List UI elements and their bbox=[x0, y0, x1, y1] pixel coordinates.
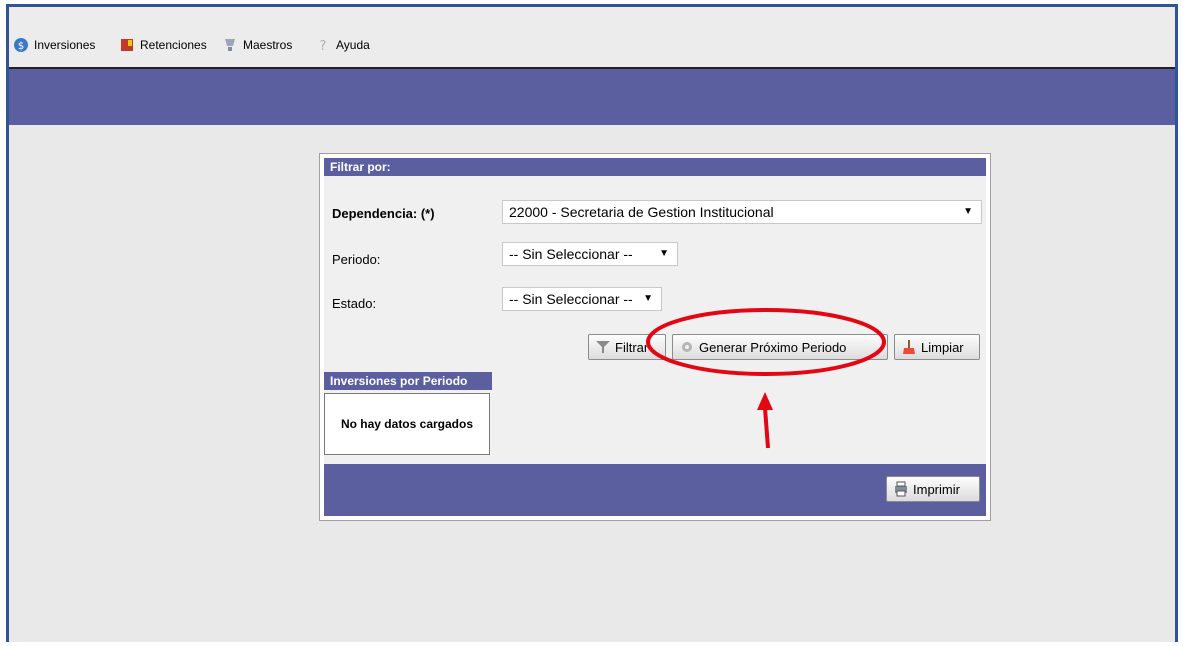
gear-icon bbox=[679, 339, 695, 355]
filter-icon bbox=[595, 339, 611, 355]
menu-retenciones[interactable]: Retenciones bbox=[119, 34, 207, 56]
book-icon bbox=[119, 37, 135, 53]
svg-text:?: ? bbox=[320, 39, 327, 53]
generar-label: Generar Próximo Periodo bbox=[699, 339, 847, 355]
limpiar-label: Limpiar bbox=[921, 339, 964, 355]
svg-text:$: $ bbox=[18, 41, 24, 52]
menu-label: Ayuda bbox=[336, 38, 370, 52]
chevron-down-icon: ▼ bbox=[643, 293, 653, 304]
trophy-icon bbox=[222, 37, 238, 53]
filter-panel: Filtrar por: Dependencia: (*) 22000 - Se… bbox=[319, 153, 991, 521]
dependencia-label: Dependencia: (*) bbox=[332, 206, 435, 221]
menu-label: Retenciones bbox=[140, 38, 207, 52]
estado-label: Estado: bbox=[332, 296, 377, 311]
estado-value: -- Sin Seleccionar -- bbox=[509, 291, 633, 307]
dependencia-value: 22000 - Secretaria de Gestion Institucio… bbox=[509, 204, 774, 220]
menu-maestros[interactable]: Maestros bbox=[222, 34, 292, 56]
broom-icon bbox=[901, 339, 917, 355]
results-title: Inversiones por Periodo bbox=[324, 372, 492, 390]
app-window: $ Inversiones Retenciones Maestros ? Ayu… bbox=[6, 4, 1178, 642]
header-band bbox=[9, 69, 1175, 125]
periodo-select[interactable]: -- Sin Seleccionar -- ▼ bbox=[502, 242, 678, 266]
generar-periodo-button[interactable]: Generar Próximo Periodo bbox=[672, 334, 888, 360]
dependencia-select[interactable]: 22000 - Secretaria de Gestion Institucio… bbox=[502, 200, 982, 224]
limpiar-button[interactable]: Limpiar bbox=[894, 334, 980, 360]
menu-label: Maestros bbox=[243, 38, 293, 52]
menu-label: Inversiones bbox=[34, 38, 96, 52]
filter-title: Filtrar por: bbox=[324, 158, 986, 176]
imprimir-label: Imprimir bbox=[913, 481, 960, 497]
estado-select[interactable]: -- Sin Seleccionar -- ▼ bbox=[502, 287, 662, 311]
menu-inversiones[interactable]: $ Inversiones bbox=[13, 34, 95, 56]
footer-band: Imprimir bbox=[324, 464, 986, 516]
empty-message: No hay datos cargados bbox=[324, 393, 490, 455]
menu-bar: $ Inversiones Retenciones Maestros ? Ayu… bbox=[9, 7, 1175, 69]
money-icon: $ bbox=[13, 37, 29, 53]
filtrar-button[interactable]: Filtrar bbox=[588, 334, 666, 360]
periodo-label: Periodo: bbox=[332, 252, 381, 267]
imprimir-button[interactable]: Imprimir bbox=[886, 476, 980, 502]
chevron-down-icon: ▼ bbox=[963, 206, 973, 217]
filtrar-label: Filtrar bbox=[615, 339, 649, 355]
periodo-value: -- Sin Seleccionar -- bbox=[509, 246, 633, 262]
chevron-down-icon: ▼ bbox=[659, 248, 669, 259]
help-icon: ? bbox=[315, 37, 331, 54]
printer-icon bbox=[893, 481, 909, 497]
menu-ayuda[interactable]: ? Ayuda bbox=[315, 34, 370, 56]
